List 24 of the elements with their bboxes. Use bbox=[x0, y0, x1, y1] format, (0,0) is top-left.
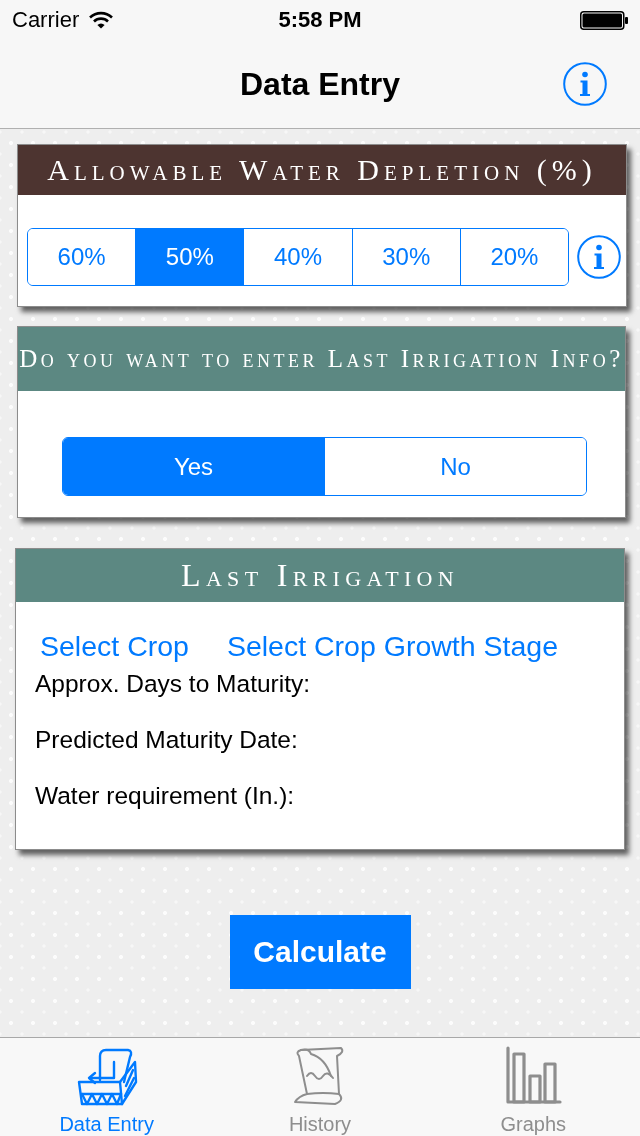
clock-time: 5:58 PM bbox=[278, 7, 362, 33]
tab-item[interactable]: Data Entry bbox=[0, 1038, 214, 1136]
field-label: Approx. Days to Maturity: bbox=[35, 669, 311, 698]
calculate-button[interactable]: Calculate bbox=[229, 915, 411, 989]
tab-item[interactable]: Graphs bbox=[426, 1038, 640, 1136]
card-title: Do you want to enter Last Irrigation Info? bbox=[19, 344, 624, 374]
segment-button[interactable]: Yes bbox=[63, 438, 324, 495]
battery-icon bbox=[580, 10, 628, 30]
info-icon[interactable] bbox=[563, 62, 607, 106]
field-label: Predicted Maturity Date: bbox=[35, 725, 298, 754]
segment-button[interactable]: 20% bbox=[459, 229, 568, 285]
card-title: Allowable Water Depletion (%) bbox=[47, 152, 597, 188]
tray-arrow-icon bbox=[75, 1046, 138, 1106]
wifi-icon bbox=[89, 11, 114, 29]
field-label: Water requirement (In.): bbox=[35, 781, 295, 810]
screen-title: Data Entry bbox=[239, 65, 400, 103]
info-icon[interactable] bbox=[577, 235, 621, 279]
tab-item[interactable]: History bbox=[213, 1038, 427, 1136]
card-title: Last Irrigation bbox=[181, 557, 459, 594]
link[interactable]: Select Crop Growth Stage bbox=[226, 629, 558, 663]
link[interactable]: Select Crop bbox=[40, 629, 189, 663]
carrier-label: Carrier bbox=[12, 7, 80, 33]
segment-button[interactable]: 50% bbox=[135, 229, 244, 285]
segment-button[interactable]: No bbox=[324, 438, 586, 495]
